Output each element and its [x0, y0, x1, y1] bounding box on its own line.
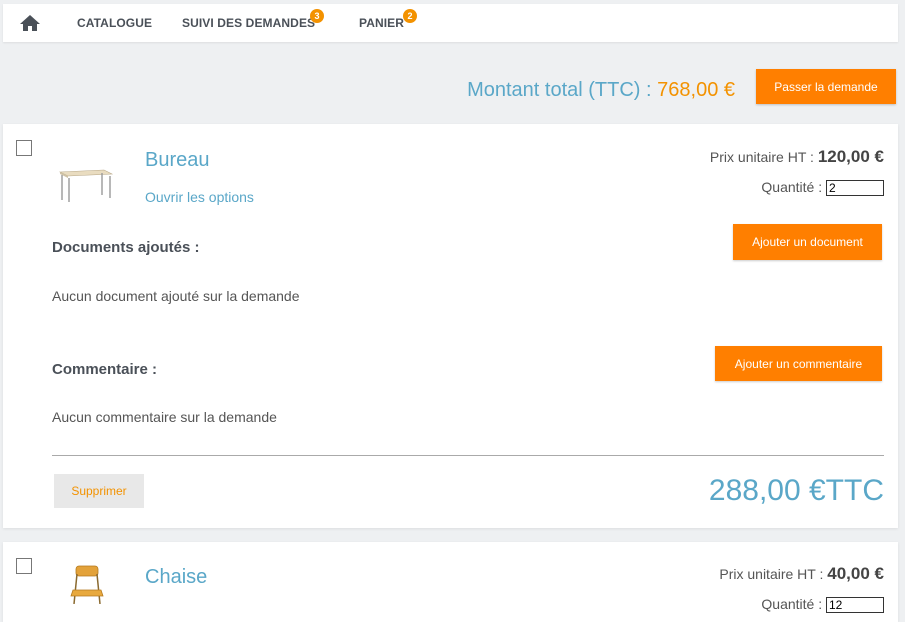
- unit-price-value: 120,00 €: [817, 147, 884, 166]
- chair-product-image: [67, 564, 107, 609]
- open-options-link[interactable]: Ouvrir les options: [145, 189, 254, 205]
- item-select-checkbox[interactable]: [16, 558, 32, 574]
- order-total-label: Montant total (TTC) :: [467, 79, 658, 101]
- nav-panier[interactable]: PANIER 2: [359, 9, 417, 30]
- cart-item-card: Bureau Ouvrir les options Prix unitaire …: [3, 124, 898, 528]
- unit-price: Prix unitaire HT : 120,00 €: [710, 147, 884, 167]
- top-navigation: CATALOGUE SUIVI DES DEMANDES 3 PANIER 2: [3, 4, 898, 42]
- divider: [52, 455, 884, 456]
- documents-empty-text: Aucun document ajouté sur la demande: [52, 288, 300, 304]
- cart-item-card: Chaise Prix unitaire HT : 40,00 € Quanti…: [3, 542, 898, 622]
- quantity-label: Quantité :: [761, 179, 826, 195]
- add-document-button[interactable]: Ajouter un document: [733, 224, 882, 260]
- requests-count-badge: 3: [310, 9, 324, 23]
- order-total: Montant total (TTC) : 768,00 €: [467, 79, 735, 102]
- delete-button[interactable]: Supprimer: [54, 474, 144, 508]
- nav-panier-label: PANIER: [359, 16, 405, 30]
- order-total-value: 768,00 €: [657, 79, 735, 101]
- nav-suivi-demandes-label: SUIVI DES DEMANDES: [182, 16, 316, 30]
- submit-request-button[interactable]: Passer la demande: [756, 69, 896, 104]
- unit-price: Prix unitaire HT : 40,00 €: [719, 564, 884, 584]
- quantity-input[interactable]: [826, 180, 884, 197]
- nav-catalogue[interactable]: CATALOGUE: [77, 16, 152, 30]
- documents-title: Documents ajoutés :: [52, 239, 200, 256]
- desk-product-image: [58, 162, 114, 209]
- quantity-label: Quantité :: [761, 596, 826, 612]
- line-total: 288,00 €TTC: [708, 474, 884, 507]
- unit-price-value: 40,00 €: [827, 564, 884, 583]
- home-icon[interactable]: [19, 13, 41, 33]
- add-comment-button[interactable]: Ajouter un commentaire: [715, 346, 882, 381]
- comment-title: Commentaire :: [52, 361, 158, 378]
- quantity-input[interactable]: [826, 597, 884, 614]
- unit-price-label: Prix unitaire HT :: [709, 149, 818, 165]
- nav-suivi-demandes[interactable]: SUIVI DES DEMANDES 3: [182, 9, 324, 30]
- product-name[interactable]: Chaise: [145, 566, 207, 589]
- comment-empty-text: Aucun commentaire sur la demande: [52, 409, 277, 425]
- cart-count-badge: 2: [403, 9, 417, 23]
- quantity: Quantité :: [761, 596, 884, 614]
- quantity: Quantité :: [761, 179, 884, 197]
- item-select-checkbox[interactable]: [16, 140, 32, 156]
- unit-price-label: Prix unitaire HT :: [719, 566, 828, 582]
- product-name[interactable]: Bureau: [145, 149, 210, 172]
- nav-catalogue-label: CATALOGUE: [77, 16, 153, 30]
